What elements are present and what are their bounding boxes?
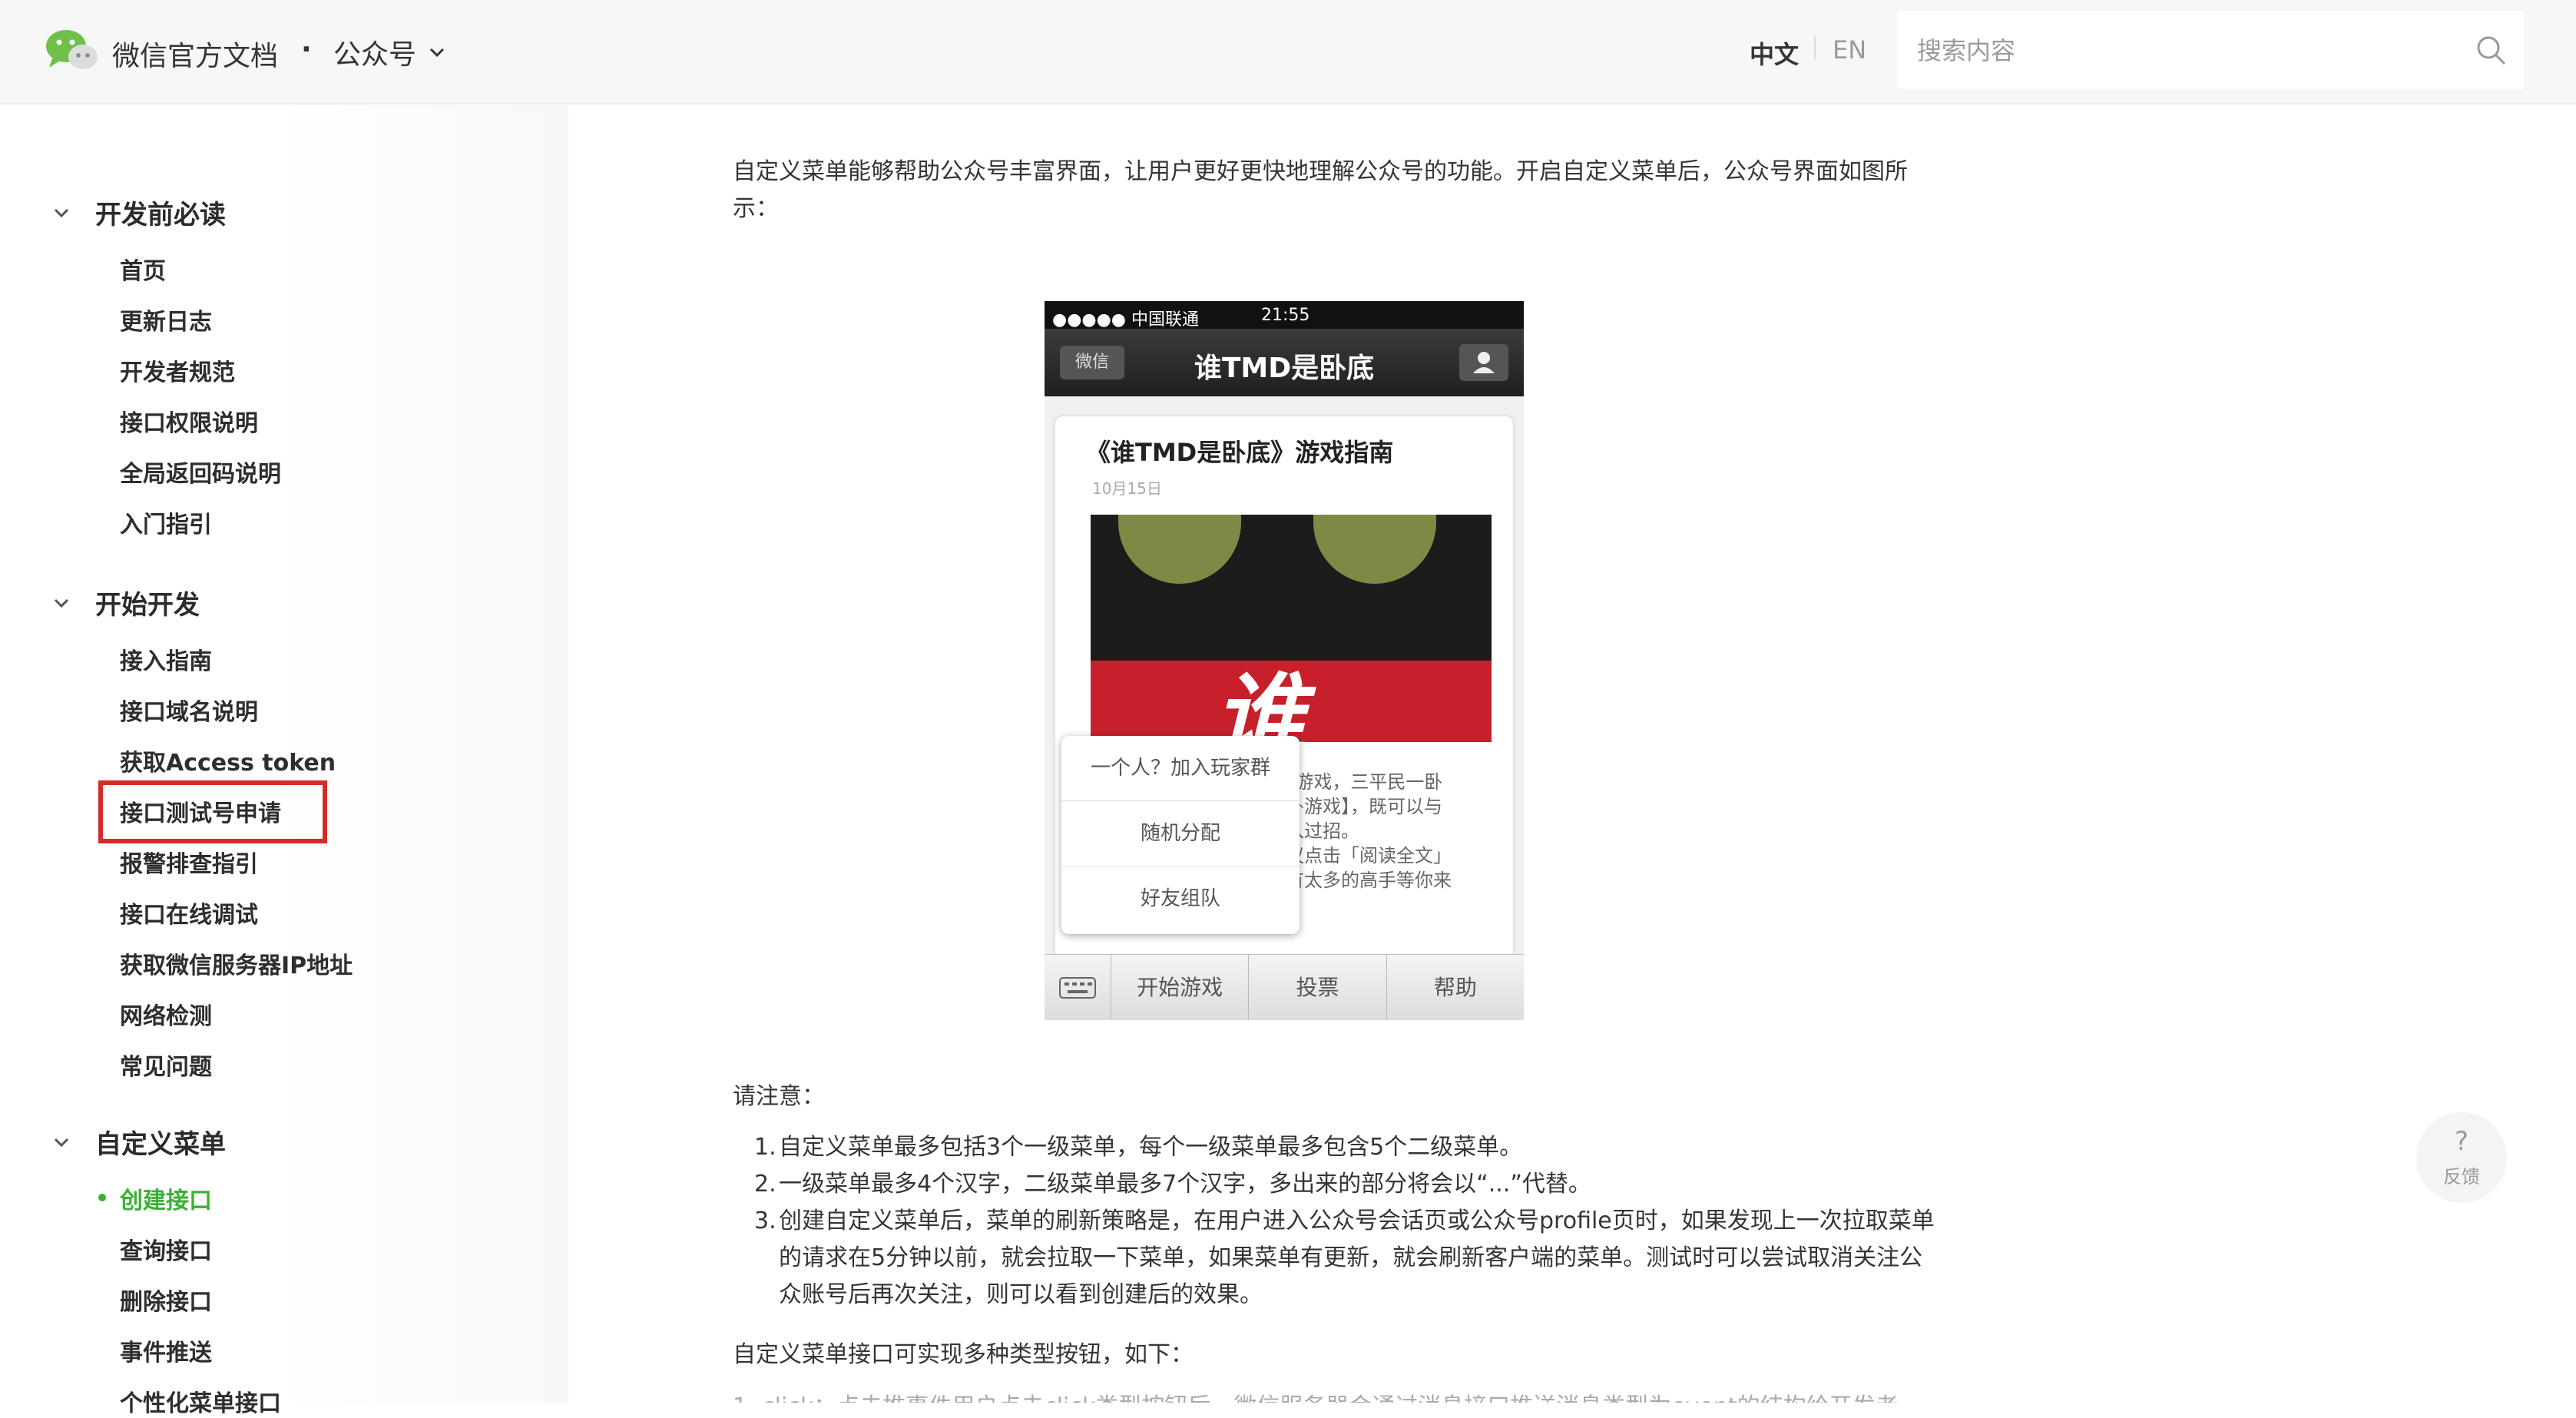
search-box[interactable] — [1897, 11, 2524, 89]
notes-list: 1. 自定义菜单最多包括3个一级菜单，每个一级菜单最多包含5个二级菜单。 2. 一级… — [754, 1129, 1945, 1314]
phone-menu-tab: 投票 — [1249, 955, 1387, 1020]
button-types-intro: 自定义菜单接口可实现多种类型按钮，如下： — [733, 1341, 1194, 1368]
brand-title[interactable]: 微信官方文档 — [112, 34, 278, 74]
sidebar-group-dev-prereq[interactable]: 开发前必读 — [51, 194, 226, 231]
keyboard-icon — [1045, 955, 1111, 1020]
phone-body-line: 有太多的高手等你来 — [1286, 870, 1452, 891]
phone-submenu-item: 一个人？加入玩家群 — [1061, 736, 1300, 801]
product-label: 公众号 — [333, 39, 417, 71]
phone-menu-tab: 帮助 — [1433, 975, 1477, 1000]
lang-en-link[interactable]: EN — [1833, 35, 1866, 65]
sidebar-group-custom-menu[interactable]: 自定义菜单 — [51, 1123, 226, 1161]
sidebar-group-start-dev[interactable]: 开始开发 — [51, 584, 200, 621]
phone-card-body: “游戏，三平民一卧 卧游戏】，既可以与 入过招。 议点击「阅读全文」 有太多的高… — [1286, 770, 1485, 893]
sidebar-item-access-guide[interactable]: 接入指南 — [120, 642, 212, 676]
phone-account-title: 谁TMD是卧底 — [1194, 353, 1375, 384]
sidebar-item-changelog[interactable]: 更新日志 — [120, 303, 212, 336]
sidebar-item-network-check[interactable]: 网络检测 — [120, 997, 212, 1031]
note-text: 自定义菜单最多包括3个一级菜单，每个一级菜单最多包含5个二级菜单。 — [779, 1134, 1523, 1161]
note-text: 创建自定义菜单后，菜单的刷新策略是，在用户进入公众号会话页或公众号profile… — [779, 1208, 1935, 1308]
phone-status-bar: ●●●●● 中国联通 21:55 — [1045, 301, 1524, 330]
phone-body-line: 卧游戏】，既可以与 — [1286, 796, 1442, 817]
search-icon[interactable] — [2475, 34, 2507, 66]
phone-submenu-popup: 一个人？加入玩家群 随机分配 好友组队 — [1061, 736, 1300, 934]
phone-submenu-item: 好友组队 — [1140, 887, 1220, 910]
sidebar-item-event-push[interactable]: 事件推送 — [120, 1334, 212, 1367]
chevron-down-icon — [54, 598, 69, 608]
phone-carrier: ●●●●● 中国联通 — [1052, 310, 1199, 330]
menu-example-image: ●●●●● 中国联通 21:55 微信 谁TMD是卧底 《谁TMD是卧底》游戏指… — [1045, 301, 1524, 1020]
top-header: 微信官方文档 · 公众号 中文 EN — [0, 0, 2576, 104]
sidebar-item-access-token[interactable]: 获取Access token — [120, 744, 336, 777]
truncated-list-item: 1. click：点击推事件用户点击click类型按钮后，微信服务器会通过消息接… — [733, 1387, 1931, 1403]
highlight-annotation-box — [98, 780, 327, 843]
sidebar-item-server-ip[interactable]: 获取微信服务器IP地址 — [120, 946, 353, 980]
sidebar-item-faq[interactable]: 常见问题 — [120, 1048, 212, 1082]
sidebar-item-dev-guidelines[interactable]: 开发者规范 — [120, 353, 235, 387]
brand-separator: · — [301, 34, 312, 65]
phone-card-date: 10月15日 — [1092, 479, 1162, 498]
lang-divider — [1814, 35, 1816, 60]
sidebar-item-getting-started[interactable]: 入门指引 — [120, 505, 212, 539]
sidebar-group-label: 开发前必读 — [95, 200, 226, 230]
sidebar-item-api-domains[interactable]: 接口域名说明 — [120, 693, 258, 727]
sidebar-group-label: 自定义菜单 — [95, 1129, 226, 1160]
phone-card-title: 《谁TMD是卧底》游戏指南 — [1086, 438, 1394, 467]
banner-eye-right — [1313, 515, 1436, 584]
phone-menu-tab: 开始游戏 — [1111, 955, 1250, 1020]
banner-eye-left — [1118, 515, 1241, 584]
list-item: 1. 自定义菜单最多包括3个一级菜单，每个一级菜单最多包含5个二级菜单。 — [754, 1134, 1523, 1161]
phone-nav-bar: 微信 谁TMD是卧底 — [1045, 329, 1524, 396]
sidebar-item-home[interactable]: 首页 — [120, 252, 166, 286]
question-icon: ? — [2454, 1126, 2469, 1157]
chevron-down-icon — [429, 48, 445, 58]
product-switcher[interactable]: 公众号 — [333, 32, 447, 72]
article-body: 自定义菜单能够帮助公众号丰富界面，让用户更好更快地理解公众号的功能。开启自定义菜… — [733, 154, 1946, 227]
sidebar-item-alarm-troubleshooting[interactable]: 报警排查指引 — [120, 845, 258, 879]
notes-heading: 请注意： — [733, 1083, 825, 1110]
sidebar-item-personalized-menu[interactable]: 个性化菜单接口 — [120, 1384, 281, 1418]
active-indicator-dot — [98, 1194, 106, 1201]
sidebar-item-global-error-codes[interactable]: 全局返回码说明 — [120, 455, 281, 489]
wechat-logo-icon[interactable] — [45, 28, 98, 72]
list-item: 2. 一级菜单最多4个汉字，二级菜单最多7个汉字，多出来的部分将会以“...”代替… — [754, 1171, 1591, 1198]
sidebar-item-create-api[interactable]: 创建接口 — [120, 1181, 212, 1215]
phone-time: 21:55 — [1261, 306, 1310, 325]
sidebar-item-delete-api[interactable]: 删除接口 — [120, 1283, 212, 1317]
phone-body-line: 入过招。 — [1286, 820, 1359, 842]
phone-body-line: “游戏，三平民一卧 — [1286, 771, 1443, 793]
list-item: 3. 创建自定义菜单后，菜单的刷新策略是，在用户进入公众号会话页或公众号profi… — [754, 1208, 1935, 1308]
banner-text: 谁TMD卧底 — [1214, 664, 1306, 742]
lang-zh-link[interactable]: 中文 — [1750, 35, 1799, 71]
chevron-down-icon — [54, 208, 69, 217]
chevron-down-icon — [54, 1138, 69, 1147]
phone-card-banner: 谁TMD卧底 — [1091, 515, 1492, 742]
phone-submenu-item: 随机分配 — [1061, 801, 1300, 866]
intro-paragraph: 自定义菜单能够帮助公众号丰富界面，让用户更好更快地理解公众号的功能。开启自定义菜… — [733, 158, 1908, 222]
sidebar-item-query-api[interactable]: 查询接口 — [120, 1232, 212, 1266]
search-input[interactable] — [1915, 31, 2456, 71]
sidebar-item-api-permissions[interactable]: 接口权限说明 — [120, 404, 258, 438]
sidebar-group-label: 开始开发 — [95, 590, 200, 621]
phone-body-line: 议点击「阅读全文」 — [1286, 845, 1452, 866]
feedback-button[interactable]: ? 反馈 — [2416, 1112, 2507, 1203]
note-text: 一级菜单最多4个汉字，二级菜单最多7个汉字，多出来的部分将会以“...”代替。 — [779, 1171, 1591, 1198]
sidebar-item-online-debug[interactable]: 接口在线调试 — [120, 896, 258, 929]
user-icon — [1459, 344, 1508, 381]
phone-custom-menu-bar: 开始游戏 投票 帮助 — [1045, 954, 1524, 1020]
feedback-label: 反馈 — [2443, 1166, 2480, 1188]
